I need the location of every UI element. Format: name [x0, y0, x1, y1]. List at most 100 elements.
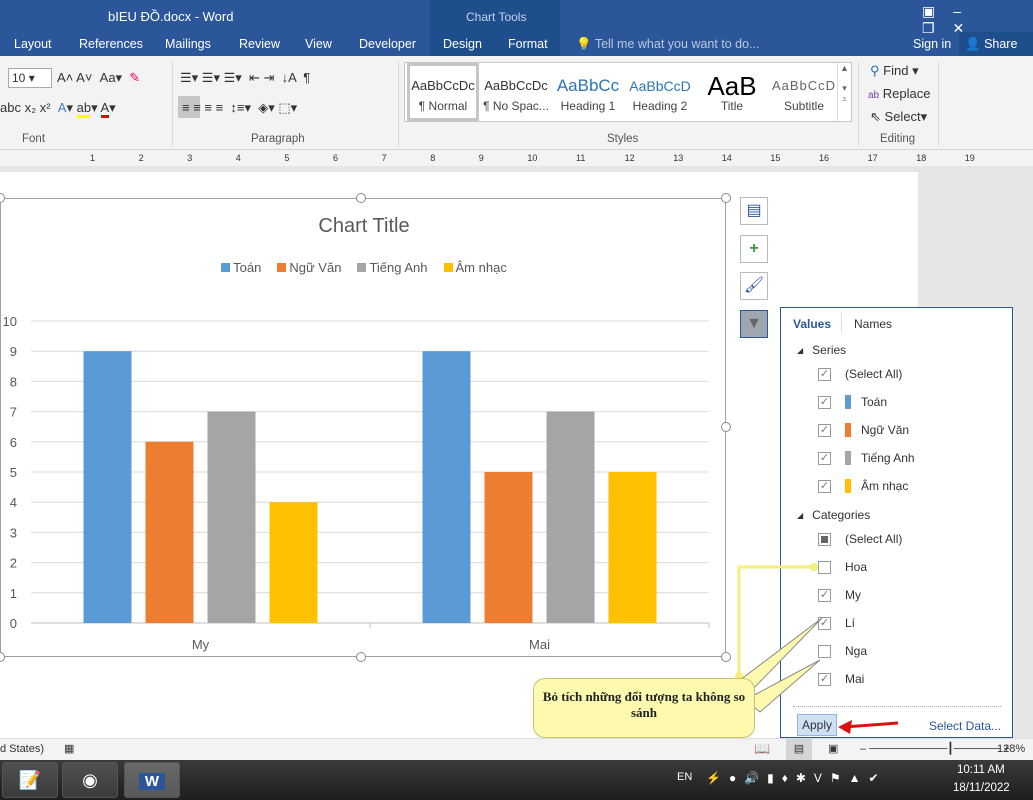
zoom-slider[interactable]: – ──────────┃────── +	[860, 742, 1010, 755]
tab-developer[interactable]: Developer	[359, 37, 416, 51]
ruler-number: 16	[819, 153, 830, 163]
resize-handle[interactable]	[721, 422, 731, 432]
checkbox[interactable]: ✓	[818, 451, 831, 465]
checkbox[interactable]: ✓	[818, 588, 831, 602]
alignment-buttons[interactable]: ≡ ≡ ≡ ≡ ↕≡▾ ◈▾ ⬚▾	[182, 100, 297, 116]
style-normal[interactable]: AaBbCcDc ¶ Normal	[407, 63, 479, 121]
resize-handle[interactable]	[356, 652, 366, 662]
checkbox[interactable]: ✓	[818, 367, 831, 381]
tab-view[interactable]: View	[305, 37, 332, 51]
web-layout-icon[interactable]: ▣	[828, 742, 838, 755]
bar[interactable]	[546, 411, 595, 623]
macro-icon[interactable]: ▦	[64, 742, 74, 755]
replace-button[interactable]: ab Replace	[868, 86, 930, 101]
share-button[interactable]: 👤 Share	[959, 32, 1033, 56]
categories-header[interactable]: ◢ Categories	[797, 505, 870, 525]
checkbox[interactable]	[818, 644, 831, 658]
filter-item[interactable]: ✓ Tiếng Anh	[818, 448, 915, 468]
checkbox[interactable]: ✓	[818, 672, 831, 686]
ruler[interactable]: 1 2 3 4 5 6 7 8 9 10 11 12 13 14 15 16 17 18 19	[0, 150, 1033, 166]
y-tick-label: 8	[10, 374, 17, 389]
ruler-number: 10	[527, 153, 538, 163]
tab-values[interactable]: Values	[793, 317, 831, 331]
checkbox[interactable]	[818, 560, 831, 574]
series-header[interactable]: ◢ Series	[797, 340, 846, 360]
tell-me-input[interactable]: 💡 Tell me what you want to do...	[576, 37, 760, 52]
word-app-icon[interactable]: W	[124, 762, 180, 798]
notepad-app-icon[interactable]: 📝	[2, 762, 58, 798]
filter-item-label: (Select All)	[845, 532, 903, 546]
grow-font-button[interactable]: A˄ A˅ Aa▾ ✎	[57, 70, 140, 86]
filter-item-label: Nga	[845, 644, 868, 658]
select-button[interactable]: ⇖ Select▾	[870, 109, 927, 125]
bar[interactable]	[207, 411, 256, 623]
checkbox[interactable]: ✓	[818, 616, 831, 630]
chart[interactable]: Chart Title Toán Ngữ Văn Tiếng Anh Âm nhạc …	[0, 198, 726, 657]
resize-handle[interactable]	[721, 193, 731, 203]
filter-item-label: Lí	[845, 616, 856, 630]
language-status[interactable]: d States)	[0, 743, 44, 755]
checkbox[interactable]: ✓	[818, 395, 831, 409]
find-button[interactable]: ⚲ Find ▾	[870, 63, 919, 79]
filter-item[interactable]: ✓ Toán	[818, 392, 887, 412]
input-language[interactable]: EN	[677, 771, 692, 783]
style-subtitle[interactable]: AaBbCcD Subtitle	[768, 63, 840, 121]
filter-item[interactable]: ✓ My	[818, 585, 861, 605]
styles-scroll[interactable]: ▲ ▾ ⩡	[837, 63, 851, 121]
print-layout-icon[interactable]: ▤	[786, 739, 812, 760]
chart-elements-plus-icon[interactable]: +	[740, 235, 768, 263]
select-data-link[interactable]: Select Data...	[929, 719, 1001, 733]
resize-handle[interactable]	[721, 652, 731, 662]
filter-item-label: Hoa	[845, 560, 868, 574]
series-color-swatch	[845, 395, 851, 409]
bar[interactable]	[608, 472, 657, 623]
tab-review[interactable]: Review	[239, 37, 280, 51]
filter-item[interactable]: ✓ (Select All)	[818, 364, 902, 384]
apply-button[interactable]: Apply	[797, 714, 837, 736]
filter-item[interactable]: (Select All)	[818, 529, 902, 549]
bar[interactable]	[484, 472, 533, 623]
ruler-number: 7	[381, 153, 387, 163]
tab-references[interactable]: References	[79, 37, 143, 51]
filter-item[interactable]: ✓ Lí	[818, 613, 855, 633]
filter-item[interactable]: ✓ Mai	[818, 669, 864, 689]
filter-item[interactable]: ✓ Ngữ Văn	[818, 420, 909, 440]
filter-item[interactable]: Nga	[818, 641, 867, 661]
series-color-swatch	[845, 423, 851, 437]
bar[interactable]	[269, 502, 318, 623]
style-heading-2[interactable]: AaBbCcD Heading 2	[624, 63, 696, 121]
font-size-select[interactable]: 10 ▾	[8, 68, 52, 88]
y-tick-label: 10	[3, 314, 17, 329]
tab-design[interactable]: Design	[443, 37, 482, 51]
clock-date[interactable]: 18/11/2022	[953, 782, 1010, 794]
filter-item[interactable]: ✓ Âm nhạc	[818, 476, 908, 496]
sign-in-link[interactable]: Sign in	[913, 37, 951, 51]
ruler-number: 19	[964, 153, 975, 163]
checkbox[interactable]: ✓	[818, 479, 831, 493]
chart-styles-brush-icon[interactable]: 🖌	[740, 272, 768, 300]
filter-item[interactable]: Hoa	[818, 557, 867, 577]
checkbox[interactable]: ✓	[818, 423, 831, 437]
zoom-level[interactable]: 128%	[997, 743, 1025, 755]
bar[interactable]	[83, 351, 132, 623]
chart-layout-icon[interactable]: ▤	[740, 197, 768, 225]
tab-format[interactable]: Format	[508, 37, 548, 51]
style-no-spacing[interactable]: AaBbCcDc ¶ No Spac...	[480, 63, 552, 121]
resize-handle[interactable]	[356, 193, 366, 203]
system-tray-icons[interactable]: ⚡●🔊▮♦✱V⚑▲✔	[706, 771, 887, 785]
list-buttons[interactable]: ☰▾ ☰▾ ☰▾ ⇤ ⇥ ↓A ¶	[180, 70, 310, 86]
style-heading-1[interactable]: AaBbCc Heading 1	[552, 63, 624, 121]
chrome-app-icon[interactable]: ◉	[62, 762, 118, 798]
bar[interactable]	[422, 351, 471, 623]
clock-time[interactable]: 10:11 AM	[957, 764, 1005, 776]
chart-filter-icon[interactable]: ▼	[740, 310, 768, 338]
style-title[interactable]: AaB Title	[696, 63, 768, 121]
font-format-buttons[interactable]: abc x₂ x² A▾ ab▾ A▾	[0, 100, 116, 118]
tab-layout[interactable]: Layout	[14, 37, 52, 51]
checkbox[interactable]	[818, 532, 831, 546]
read-mode-icon[interactable]: 📖	[754, 741, 770, 757]
bar[interactable]	[145, 441, 194, 623]
series-color-swatch	[845, 451, 851, 465]
tab-mailings[interactable]: Mailings	[165, 37, 211, 51]
tab-names[interactable]: Names	[854, 317, 892, 331]
